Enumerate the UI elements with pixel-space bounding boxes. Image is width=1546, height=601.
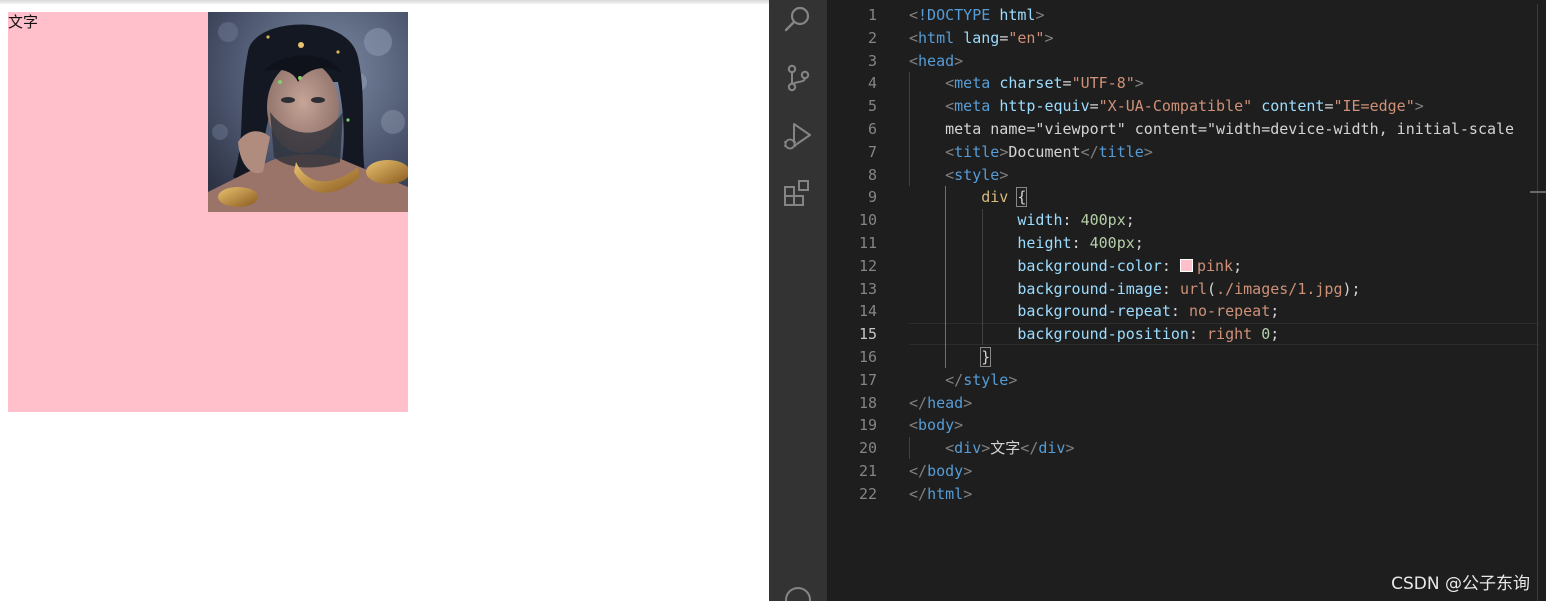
code-line[interactable]: 5 <meta http-equiv="X-UA-Compatible" con… — [827, 95, 1546, 118]
line-code: <meta http-equiv="X-UA-Compatible" conte… — [945, 97, 1424, 116]
line-number: 1 — [867, 6, 877, 24]
watermark: CSDN @公子东询 — [1391, 574, 1530, 594]
line-code: background-position: right 0; — [1017, 325, 1280, 344]
code-line[interactable]: 8 <style> — [827, 164, 1546, 187]
code-line[interactable]: 21 </body> — [827, 460, 1546, 483]
code-line[interactable]: 17 </style> — [827, 369, 1546, 392]
line-code: </style> — [945, 370, 1018, 389]
browser-top-edge — [0, 0, 769, 4]
line-number: 2 — [867, 28, 877, 47]
line-code: } — [980, 347, 992, 367]
line-code: </html> — [909, 484, 973, 503]
code-line[interactable]: 12 background-color: pink; — [827, 255, 1546, 278]
code-line[interactable]: 20 <div>文字</div> — [827, 437, 1546, 460]
line-number: 16 — [858, 348, 877, 366]
line-number: 19 — [858, 416, 877, 435]
line-code: <html lang="en"> — [909, 28, 1054, 47]
line-number: 20 — [858, 439, 877, 458]
line-code: <div>文字</div> — [945, 439, 1075, 458]
code-line[interactable]: 14 background-repeat: no-repeat; — [827, 300, 1546, 323]
code-line[interactable]: 11 height: 400px; — [827, 232, 1546, 255]
code-line[interactable]: 16 } — [827, 346, 1546, 369]
source-control-icon[interactable] — [782, 62, 814, 94]
line-number: 10 — [858, 211, 877, 230]
background-image-portrait — [208, 12, 408, 212]
line-number: 14 — [858, 302, 877, 321]
line-number: 18 — [858, 393, 877, 412]
code-line[interactable]: 13 background-image: url(./images/1.jpg)… — [827, 278, 1546, 301]
browser-preview: 文字 — [0, 0, 769, 601]
activity-bar — [769, 0, 827, 601]
run-debug-icon[interactable] — [782, 120, 814, 152]
pink-demo-div: 文字 — [8, 12, 408, 412]
line-number: 4 — [867, 74, 877, 93]
line-number: 13 — [858, 279, 877, 298]
line-number: 15 — [858, 325, 877, 344]
search-icon[interactable] — [782, 3, 814, 35]
line-number: 12 — [858, 256, 877, 275]
line-code: </body> — [909, 462, 973, 480]
code-editor: 1 <!DOCTYPE html> 2 <html lang="en"> 3 <head>… — [769, 0, 1546, 601]
code-line[interactable]: 9 div { — [827, 186, 1546, 209]
code-line[interactable]: 18 </head> — [827, 392, 1546, 415]
line-code: </head> — [909, 393, 973, 412]
line-code: height: 400px; — [1017, 234, 1144, 252]
line-code: background-image: url(./images/1.jpg); — [1017, 279, 1361, 298]
demo-div-text: 文字 — [8, 13, 39, 31]
line-code: <style> — [945, 165, 1009, 184]
line-code: <meta charset="UTF-8"> — [945, 74, 1144, 93]
account-icon[interactable] — [784, 586, 812, 601]
scrollbar-position-marker — [1530, 191, 1546, 193]
line-number: 22 — [858, 484, 877, 503]
code-line[interactable]: 10 width: 400px; — [827, 209, 1546, 232]
code-line[interactable]: 4 <meta charset="UTF-8"> — [827, 72, 1546, 95]
line-number: 17 — [858, 370, 877, 389]
code-line[interactable]: 22 </html> — [827, 483, 1546, 506]
line-code: meta name="viewport" content="width=devi… — [945, 120, 1515, 138]
line-code: width: 400px; — [1017, 211, 1135, 230]
extensions-icon[interactable] — [782, 178, 814, 210]
line-code: background-repeat: no-repeat; — [1017, 302, 1280, 321]
line-number: 11 — [858, 234, 877, 252]
code-line[interactable]: 19 <body> — [827, 414, 1546, 437]
line-number: 8 — [867, 165, 877, 184]
code-line[interactable]: 6 meta name="viewport" content="width=de… — [827, 118, 1546, 141]
code-area[interactable]: 1 <!DOCTYPE html> 2 <html lang="en"> 3 <head>… — [827, 0, 1546, 601]
line-number: 3 — [867, 51, 877, 70]
line-code: <head> — [909, 51, 964, 70]
line-number: 6 — [867, 120, 877, 138]
code-line[interactable]: 15 background-position: right 0; — [827, 323, 1546, 346]
code-line[interactable]: 3 <head> — [827, 50, 1546, 73]
line-code: <title>Document</title> — [945, 142, 1153, 161]
line-code: div { — [981, 187, 1028, 208]
code-line[interactable]: 7 <title>Document</title> — [827, 141, 1546, 164]
color-swatch[interactable] — [1179, 258, 1193, 272]
line-code: background-color: pink; — [1017, 256, 1243, 275]
line-code: <body> — [909, 416, 964, 435]
line-number: 5 — [867, 97, 877, 116]
code-line[interactable]: 1 <!DOCTYPE html> — [827, 4, 1546, 27]
editor-scrollbar[interactable] — [1537, 4, 1538, 601]
line-number: 9 — [867, 188, 877, 207]
line-number: 7 — [867, 142, 877, 161]
code-line[interactable]: 2 <html lang="en"> — [827, 27, 1546, 50]
line-code: <!DOCTYPE html> — [909, 6, 1045, 24]
line-number: 21 — [858, 462, 877, 480]
